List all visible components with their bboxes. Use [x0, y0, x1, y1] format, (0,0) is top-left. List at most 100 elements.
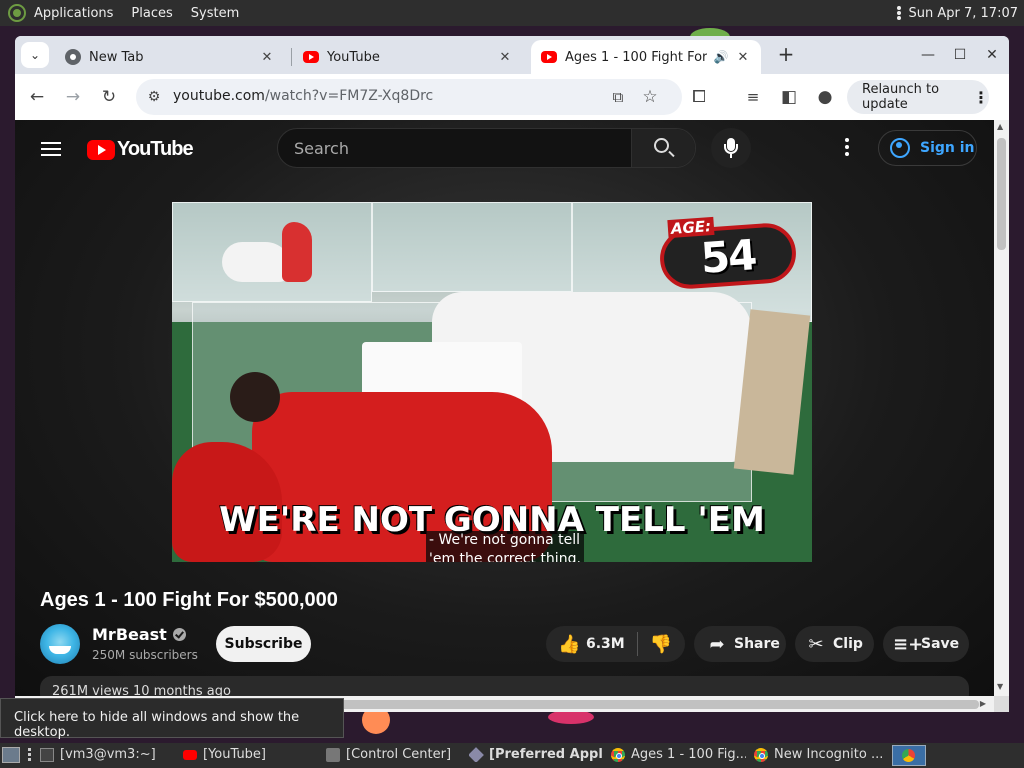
show-desktop-tooltip: Click here to hide all windows and show …	[0, 698, 344, 740]
caption-line: 'em the correct thing.	[426, 550, 584, 562]
channel-name-text[interactable]: MrBeast	[92, 625, 167, 644]
preferences-icon	[469, 747, 484, 762]
youtube-logo[interactable]: YouTube	[87, 138, 194, 161]
taskbar-item-incognito[interactable]: New Incognito ...	[754, 747, 889, 762]
video-scene-person	[282, 222, 312, 282]
sign-in-label: Sign in	[920, 140, 975, 156]
url-text[interactable]: youtube.com/watch?v=FM7Z-Xq8Drc	[173, 88, 433, 104]
tab-separator	[291, 48, 292, 66]
side-panel-icon[interactable]: ◧	[777, 85, 801, 109]
top-panel: Applications Places System Sun Apr 7, 17…	[0, 0, 1024, 26]
profile-icon[interactable]: ●	[813, 85, 837, 109]
bookmark-star-icon[interactable]: ☆	[638, 85, 662, 109]
description-meta: 261M views 10 months ago	[52, 684, 231, 696]
scroll-down-arrow[interactable]: ▼	[997, 682, 1003, 691]
subscribe-button[interactable]: Subscribe	[216, 626, 311, 662]
browser-window: ⌄ New Tab ✕ YouTube ✕ Ages 1 - 100 Fight…	[15, 36, 1009, 712]
tab-search-button[interactable]: ⌄	[21, 42, 49, 68]
maximize-button[interactable]: ☐	[949, 44, 971, 66]
tab-new-tab[interactable]: New Tab ✕	[55, 40, 285, 74]
close-tab-icon[interactable]: ✕	[735, 50, 751, 65]
menu-applications[interactable]: Applications	[34, 6, 113, 21]
minimize-button[interactable]: —	[917, 44, 939, 66]
close-tab-icon[interactable]: ✕	[259, 50, 275, 65]
open-in-app-icon[interactable]: ⧉	[606, 85, 630, 109]
site-info-icon[interactable]: ⚙	[142, 85, 166, 109]
youtube-wordmark: YouTube	[117, 138, 194, 160]
gnome-logo-icon[interactable]	[8, 4, 26, 22]
description-box[interactable]: 261M views 10 months ago	[40, 676, 969, 696]
youtube-icon	[303, 51, 319, 63]
sign-in-button[interactable]: Sign in	[878, 130, 977, 166]
extensions-icon[interactable]: ⧠	[687, 85, 711, 109]
taskbar-item-terminal[interactable]: [vm3@vm3:~]	[40, 747, 175, 762]
save-button[interactable]: ≡+ Save	[883, 626, 969, 662]
save-label: Save	[921, 636, 960, 652]
scissors-icon: ✂	[808, 633, 824, 655]
video-scene-pod	[372, 202, 572, 292]
panel-more-icon[interactable]	[896, 5, 901, 21]
scroll-up-arrow[interactable]: ▲	[997, 122, 1003, 131]
youtube-page: YouTube Search Sign in AGE: 54 WE'RE NOT…	[15, 120, 994, 696]
tab-strip: ⌄ New Tab ✕ YouTube ✕ Ages 1 - 100 Fight…	[15, 36, 1009, 74]
scroll-right-arrow[interactable]: ▶	[980, 699, 986, 708]
browser-toolbar: ← → ↻ ⚙ youtube.com/watch?v=FM7Z-Xq8Drc …	[15, 74, 1009, 120]
share-label: Share	[734, 636, 780, 652]
search-button[interactable]	[631, 129, 695, 167]
settings-more-icon[interactable]	[845, 138, 849, 159]
like-dislike-group: 👍 6.3M 👎	[546, 626, 685, 662]
forward-button[interactable]: →	[61, 85, 85, 109]
youtube-icon	[183, 749, 197, 760]
hamburger-menu-icon[interactable]	[41, 138, 61, 160]
show-desktop-button[interactable]	[2, 747, 20, 763]
account-icon	[890, 138, 910, 158]
like-icon[interactable]: 👍	[558, 634, 580, 655]
speaker-icon[interactable]: 🔊	[713, 50, 729, 64]
chrome-icon	[754, 747, 768, 762]
taskbar-item-control-center[interactable]: [Control Center]	[326, 747, 461, 762]
tab-label: New Tab	[89, 49, 144, 65]
taskbar-label: [Preferred Appl...	[489, 747, 604, 762]
share-icon: ➦	[709, 633, 725, 655]
control-center-icon	[326, 747, 340, 762]
new-tab-button[interactable]: +	[775, 44, 797, 66]
tab-active-video[interactable]: Ages 1 - 100 Fight For $500,000 🔊 ✕	[531, 40, 761, 74]
share-button[interactable]: ➦ Share	[694, 626, 786, 662]
video-scene-person-head	[230, 372, 280, 422]
back-button[interactable]: ←	[25, 85, 49, 109]
workspace-switcher[interactable]	[892, 745, 926, 766]
taskbar-label: [vm3@vm3:~]	[60, 747, 156, 762]
dislike-icon[interactable]: 👎	[650, 634, 672, 655]
bottom-taskbar: [vm3@vm3:~] [YouTube] [Control Center] […	[0, 743, 1024, 768]
voice-search-button[interactable]	[711, 128, 751, 168]
address-bar[interactable]: ⚙ youtube.com/watch?v=FM7Z-Xq8Drc ⧉ ☆	[136, 79, 682, 115]
clock[interactable]: Sun Apr 7, 17:07	[896, 5, 1018, 21]
close-window-button[interactable]: ✕	[981, 44, 1003, 66]
chrome-icon	[611, 747, 625, 762]
scrollbar-thumb[interactable]	[997, 138, 1006, 250]
clip-button[interactable]: ✂ Clip	[795, 626, 874, 662]
taskbar-item-chrome-video[interactable]: Ages 1 - 100 Fig...	[611, 747, 746, 762]
like-count[interactable]: 6.3M	[586, 636, 625, 652]
taskbar-label: New Incognito ...	[774, 747, 884, 762]
channel-name[interactable]: MrBeast	[92, 625, 186, 644]
vertical-scrollbar[interactable]: ▲ ▼	[994, 120, 1009, 696]
reload-button[interactable]: ↻	[97, 85, 121, 109]
relaunch-button[interactable]: Relaunch to update ⋮	[847, 80, 989, 114]
search-box[interactable]: Search	[277, 128, 696, 168]
media-controls-icon[interactable]: ≡	[741, 85, 765, 109]
video-player[interactable]: AGE: 54 WE'RE NOT GONNA TELL 'EM - We're…	[172, 202, 812, 562]
tab-youtube[interactable]: YouTube ✕	[293, 40, 523, 74]
taskbar-handle-icon[interactable]	[28, 748, 32, 763]
caption-line: - We're not gonna tell	[426, 531, 584, 550]
close-tab-icon[interactable]: ✕	[497, 50, 513, 65]
taskbar-item-preferred-apps[interactable]: [Preferred Appl...	[469, 747, 604, 762]
menu-system[interactable]: System	[191, 6, 239, 21]
search-input[interactable]: Search	[294, 139, 349, 158]
taskbar-label: [YouTube]	[203, 747, 267, 762]
menu-places[interactable]: Places	[131, 6, 172, 21]
tab-label: YouTube	[327, 49, 380, 65]
youtube-icon	[541, 51, 557, 63]
taskbar-item-youtube[interactable]: [YouTube]	[183, 747, 318, 762]
channel-avatar[interactable]	[40, 624, 80, 664]
